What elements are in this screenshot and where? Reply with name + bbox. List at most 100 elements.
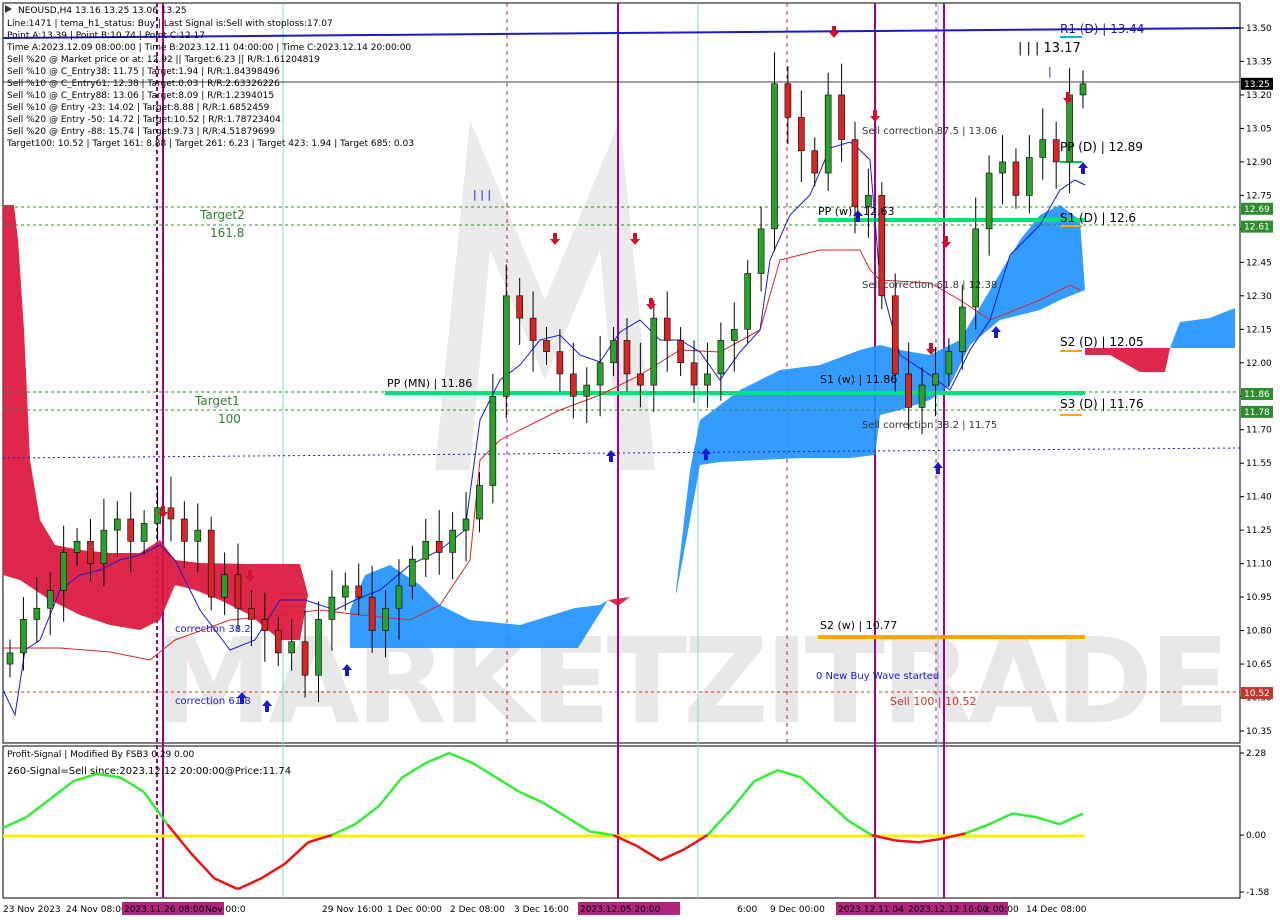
- candle-body: [717, 340, 725, 375]
- candle-body: [570, 373, 577, 397]
- s2-weekly-label: S2 (w) | 10.77: [820, 619, 897, 632]
- indicator-signal-text: 260-Signal=Sell since:2023.12.12 20:00:0…: [7, 766, 291, 777]
- new-buy-wave-label: 0 New Buy Wave started: [816, 671, 939, 682]
- candle-body: [167, 507, 175, 520]
- candle-body: [891, 295, 899, 375]
- info-line: Point A:13.39 | Point B:10.74 | Point C:…: [7, 31, 205, 41]
- price-badge-label: 12.61: [1244, 223, 1270, 233]
- candle-body: [945, 351, 953, 375]
- time-label: 9 Dec 00:00: [770, 905, 825, 915]
- s3-daily-label: S3 (D) | 11.76: [1060, 397, 1144, 411]
- price-tick-label: 12.45: [1246, 258, 1272, 268]
- price-badge-label: 13.25: [1244, 80, 1270, 90]
- candle-body: [87, 541, 94, 564]
- info-line: Sell %20 @ Market price or at: 12.92 || …: [7, 55, 320, 65]
- price-badge-label: 12.69: [1244, 205, 1270, 215]
- time-label: 2023.12.05 20:00: [580, 905, 661, 915]
- candle-body: [462, 518, 470, 531]
- target2-value: 161.8: [210, 226, 244, 240]
- candle-body: [811, 150, 819, 174]
- price-badge-label: 11.78: [1244, 408, 1270, 418]
- candle-body: [851, 139, 859, 207]
- candle-body: [73, 541, 81, 553]
- candle-body: [140, 523, 148, 542]
- time-label: 14 Dec 08:00: [1026, 905, 1087, 915]
- candle-body: [771, 83, 778, 230]
- trading-chart[interactable]: MARKETZITRADE R1 (D) | 13.44 | | | 13.17…: [0, 0, 1280, 920]
- price-tick-label: 13.05: [1246, 124, 1272, 134]
- pp-weekly-label: PP (w) | 12.63: [818, 205, 895, 218]
- candle-body: [382, 607, 389, 631]
- candle-body: [918, 384, 926, 408]
- candle-body: [1079, 83, 1087, 96]
- price-axis[interactable]: 13.5013.3513.2013.0512.9012.7512.6012.45…: [1240, 24, 1272, 737]
- price-badge-label: 10.52: [1244, 689, 1270, 699]
- candle-body: [985, 172, 993, 230]
- candle-body: [100, 529, 108, 564]
- pp-daily-label: PP (D) | 12.89: [1060, 140, 1143, 154]
- time-label: 2 Dec 08:00: [450, 905, 505, 915]
- candle-body: [663, 317, 671, 341]
- price-tick-label: 13.50: [1246, 24, 1272, 34]
- candle-body: [342, 585, 349, 598]
- candle-body: [543, 340, 550, 352]
- candle-body: [288, 641, 295, 654]
- candle-body: [798, 116, 805, 152]
- time-axis[interactable]: 23 Nov 2023 24 Nov 08:002023.11.26 08:00 N…: [3, 902, 1087, 915]
- s1-weekly-label: S1 (w) | 11.86: [820, 373, 897, 386]
- candle-body: [610, 340, 617, 364]
- time-label: Nov 00:0: [205, 905, 246, 915]
- candle-body: [623, 340, 631, 375]
- time-label: 2023.12.11 04: [838, 905, 904, 915]
- info-line: Sell %10 @ C_Entry61: 12.38 | Target:0.0…: [7, 79, 280, 89]
- info-line: Sell %10 @ C_Entry38: 11.75 | Target:1.9…: [7, 67, 280, 77]
- candle-body: [114, 518, 121, 531]
- price-tick-label: 12.90: [1246, 158, 1272, 168]
- candle-body: [958, 306, 966, 352]
- candle-body: [422, 541, 430, 560]
- price-tick-label: 13.35: [1246, 57, 1272, 67]
- candle-body: [6, 652, 14, 665]
- candle-body: [972, 228, 980, 308]
- candle-body: [154, 507, 161, 524]
- candle-body: [489, 395, 497, 486]
- price-tick-label: 12.30: [1246, 292, 1272, 302]
- r1-daily-label: R1 (D) | 13.44: [1060, 22, 1144, 36]
- time-label: 1 Dec 00:00: [387, 905, 442, 915]
- wave-marker-b: |: [1048, 65, 1052, 78]
- candle-body: [690, 362, 698, 386]
- time-label: 6:00: [737, 905, 757, 915]
- candle-body: [905, 373, 912, 408]
- candle-body: [556, 351, 564, 375]
- candle-body: [368, 596, 376, 631]
- price-tick-label: 11.40: [1246, 493, 1272, 503]
- abc-label: | | | 13.17: [1018, 41, 1081, 56]
- candle-body: [315, 619, 322, 676]
- candle-body: [476, 485, 483, 520]
- candle-body: [449, 529, 456, 553]
- candle-body: [1012, 161, 1020, 196]
- candle-body: [207, 529, 215, 598]
- candle-body: [328, 596, 336, 620]
- price-tick-label: 13.20: [1246, 91, 1272, 101]
- candle-body: [730, 328, 738, 341]
- candle-body: [409, 558, 416, 587]
- price-badges: 13.25 12.69 12.61 11.86 11.78 10.52: [1241, 77, 1273, 700]
- sell-100-label: Sell 100 | 10.52: [890, 695, 977, 708]
- info-line: Sell %10 @ Entry -23: 14.02 | Target:8.8…: [7, 103, 270, 113]
- candle-body: [221, 574, 228, 598]
- correction-618-label: correction 61.8: [175, 696, 251, 707]
- candle-body: [234, 574, 242, 609]
- s1-daily-label: S1 (D) | 12.6: [1060, 211, 1136, 225]
- price-tick-label: 12.15: [1246, 325, 1272, 335]
- time-label: 2023.11.26 08:00: [124, 905, 205, 915]
- time-label: 2023.12.12 16:00: [908, 905, 989, 915]
- price-tick-label: 12.75: [1246, 191, 1272, 201]
- indicator-tick-label: -1.58: [1246, 888, 1270, 898]
- candle-body: [248, 607, 255, 620]
- candle-body: [1052, 139, 1060, 163]
- pp-monthly-label: PP (MN) | 11.86: [387, 377, 472, 390]
- candle-body: [596, 362, 604, 386]
- time-label: 29 Nov 16:00: [322, 905, 383, 915]
- sell-correction-618-label: Sell correction 61.8 | 12.38: [862, 280, 997, 291]
